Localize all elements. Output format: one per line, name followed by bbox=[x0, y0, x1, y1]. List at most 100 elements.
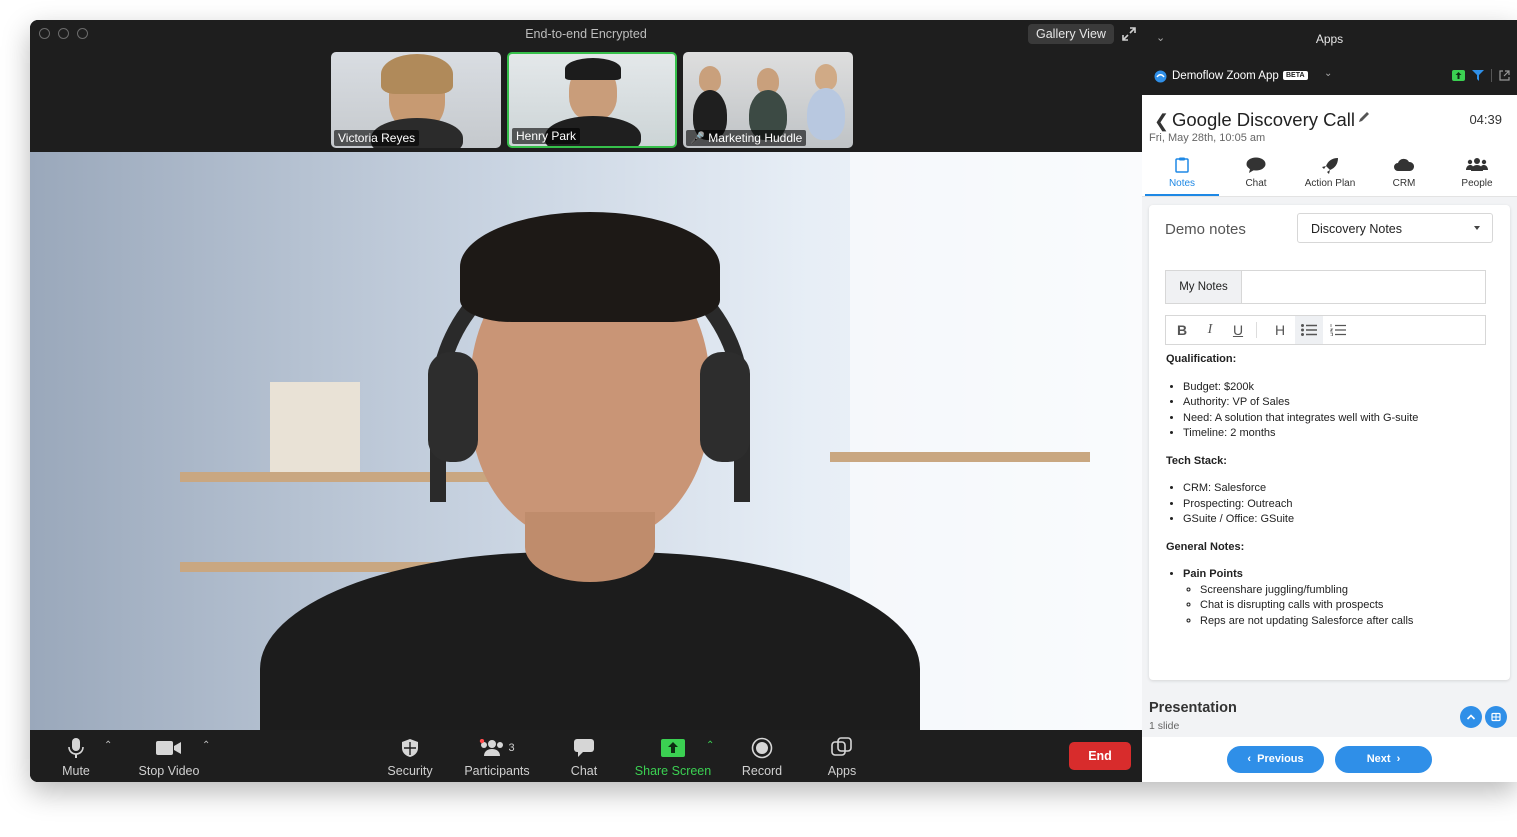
slide-grid-button[interactable] bbox=[1485, 706, 1507, 728]
audio-options-chevron-icon[interactable]: ⌃ bbox=[104, 740, 112, 751]
qualification-heading: Qualification: bbox=[1166, 353, 1237, 365]
meeting-controls: Mute ⌃ Stop Video ⌃ Security 3 Participa… bbox=[30, 730, 1142, 782]
external-link-icon[interactable] bbox=[1499, 70, 1510, 81]
chat-label: Chat bbox=[570, 764, 598, 778]
tab-notes[interactable]: Notes bbox=[1145, 148, 1219, 196]
tab-people[interactable]: People bbox=[1440, 148, 1514, 196]
list-item: Pain Points Screenshare juggling/fumblin… bbox=[1183, 567, 1496, 629]
participant-hair bbox=[565, 58, 621, 80]
chevron-up-icon bbox=[1466, 714, 1476, 720]
notes-template-select[interactable]: Discovery Notes bbox=[1297, 213, 1493, 243]
left-earcup bbox=[428, 352, 478, 462]
bullet-list-button[interactable] bbox=[1295, 316, 1323, 344]
numbered-list-button[interactable] bbox=[1324, 316, 1352, 344]
app-dropdown-chevron-icon[interactable]: ⌄ bbox=[1324, 68, 1332, 79]
list-item: GSuite / Office: GSuite bbox=[1183, 512, 1496, 528]
dropdown-caret-icon bbox=[1474, 226, 1480, 230]
participant-name-text: Marketing Huddle bbox=[708, 131, 803, 145]
video-options-chevron-icon[interactable]: ⌃ bbox=[202, 740, 210, 751]
demoflow-logo-icon bbox=[1154, 70, 1167, 83]
bold-button[interactable]: B bbox=[1168, 316, 1196, 344]
chevron-right-icon: › bbox=[1390, 753, 1401, 765]
expand-presentation-button[interactable] bbox=[1460, 706, 1482, 728]
italic-button[interactable]: I bbox=[1196, 316, 1224, 344]
panel-tabs: Notes Chat Action Plan CRM People bbox=[1142, 148, 1517, 197]
participant-video bbox=[815, 64, 837, 90]
apps-label: Apps bbox=[827, 764, 857, 778]
app-selector-bar: Demoflow Zoom App BETA ⌄ bbox=[1142, 58, 1517, 95]
participants-button[interactable]: 3 Participants bbox=[447, 730, 547, 782]
list-item: Timeline: 2 months bbox=[1183, 426, 1496, 442]
apps-panel-title: Apps bbox=[1315, 32, 1344, 46]
meeting-header: ❮ Google Discovery Call 04:39 Fri, May 2… bbox=[1142, 95, 1517, 148]
tab-crm[interactable]: CRM bbox=[1367, 148, 1441, 196]
qualification-list: Budget: $200k Authority: VP of Sales Nee… bbox=[1166, 380, 1496, 442]
muted-mic-icon: 🎤 bbox=[690, 131, 705, 145]
edit-pencil-icon[interactable] bbox=[1357, 110, 1371, 124]
previous-button[interactable]: ‹ Previous bbox=[1227, 746, 1324, 773]
mute-button[interactable]: Mute bbox=[30, 730, 126, 782]
participant-thumbnail[interactable]: 🎤 Marketing Huddle bbox=[683, 52, 853, 148]
apps-icon bbox=[831, 737, 852, 756]
app-name[interactable]: Demoflow Zoom App bbox=[1172, 70, 1279, 82]
tab-action-plan[interactable]: Action Plan bbox=[1293, 148, 1367, 196]
meeting-area: End-to-end Encrypted Gallery View Victor… bbox=[30, 20, 1142, 782]
tab-action-plan-label: Action Plan bbox=[1304, 178, 1356, 189]
gallery-view-button[interactable]: Gallery View bbox=[1028, 24, 1114, 44]
next-label: Next bbox=[1366, 753, 1391, 765]
bullet-list-icon bbox=[1301, 324, 1317, 336]
tab-notes-label: Notes bbox=[1168, 178, 1196, 189]
title-bar: End-to-end Encrypted Gallery View bbox=[30, 20, 1142, 48]
list-item: Reps are not updating Salesforce after c… bbox=[1200, 614, 1496, 630]
security-button[interactable]: Security bbox=[360, 730, 460, 782]
next-button[interactable]: Next › bbox=[1335, 746, 1432, 773]
notes-editor[interactable]: Qualification: Budget: $200k Authority: … bbox=[1166, 352, 1496, 641]
stop-video-button[interactable]: Stop Video bbox=[119, 730, 219, 782]
back-chevron-icon[interactable]: ❮ bbox=[1154, 111, 1169, 132]
apps-panel-header: ⌄ Apps bbox=[1142, 20, 1517, 58]
fullscreen-icon[interactable] bbox=[1120, 25, 1138, 43]
beta-badge: BETA bbox=[1283, 71, 1308, 80]
filter-icon[interactable] bbox=[1472, 70, 1484, 81]
presentation-section: Presentation 1 slide bbox=[1142, 693, 1517, 737]
notes-template-value: Discovery Notes bbox=[1311, 222, 1402, 236]
numbered-list-icon bbox=[1329, 324, 1346, 337]
previous-label: Previous bbox=[1257, 753, 1304, 765]
tech-stack-heading: Tech Stack: bbox=[1166, 454, 1227, 467]
list-item: Need: A solution that integrates well wi… bbox=[1183, 411, 1496, 427]
chevron-left-icon: ‹ bbox=[1247, 753, 1258, 765]
shelf bbox=[830, 452, 1090, 462]
participant-thumbnail[interactable]: Victoria Reyes bbox=[331, 52, 501, 148]
participant-hair bbox=[381, 54, 453, 94]
chat-bubble-icon bbox=[574, 739, 594, 757]
apps-button[interactable]: Apps bbox=[792, 730, 892, 782]
chat-button[interactable]: Chat bbox=[534, 730, 634, 782]
list-item: Screenshare juggling/fumbling bbox=[1200, 583, 1496, 599]
tab-crm-label: CRM bbox=[1392, 178, 1416, 189]
toolbar-divider bbox=[1256, 322, 1257, 338]
participant-video bbox=[699, 66, 721, 92]
rocket-icon bbox=[1322, 158, 1338, 174]
demo-notes-label: Demo notes bbox=[1165, 221, 1246, 238]
list-item: Authority: VP of Sales bbox=[1183, 395, 1496, 411]
share-app-icon[interactable] bbox=[1452, 70, 1465, 81]
divider bbox=[1491, 69, 1492, 82]
share-screen-button[interactable]: Share Screen bbox=[623, 730, 723, 782]
participant-name: Henry Park bbox=[512, 128, 581, 144]
grid-icon bbox=[1491, 712, 1501, 722]
tab-people-label: People bbox=[1461, 178, 1493, 189]
heading-button[interactable]: H bbox=[1266, 316, 1294, 344]
zoom-window: End-to-end Encrypted Gallery View Victor… bbox=[30, 20, 1517, 782]
end-meeting-button[interactable]: End bbox=[1069, 742, 1131, 770]
tab-chat[interactable]: Chat bbox=[1219, 148, 1293, 196]
clipboard-icon bbox=[1175, 157, 1189, 173]
participant-thumbnail-active[interactable]: Henry Park bbox=[507, 52, 677, 148]
tab-my-notes[interactable]: My Notes bbox=[1166, 271, 1242, 303]
window-title: End-to-end Encrypted bbox=[525, 27, 647, 41]
microphone-icon bbox=[68, 738, 84, 758]
underline-button[interactable]: U bbox=[1224, 316, 1252, 344]
presentation-title: Presentation bbox=[1149, 700, 1237, 716]
general-notes-list: Pain Points Screenshare juggling/fumblin… bbox=[1166, 567, 1496, 629]
speaker-hair bbox=[460, 212, 720, 322]
meeting-timer: 04:39 bbox=[1469, 112, 1502, 127]
